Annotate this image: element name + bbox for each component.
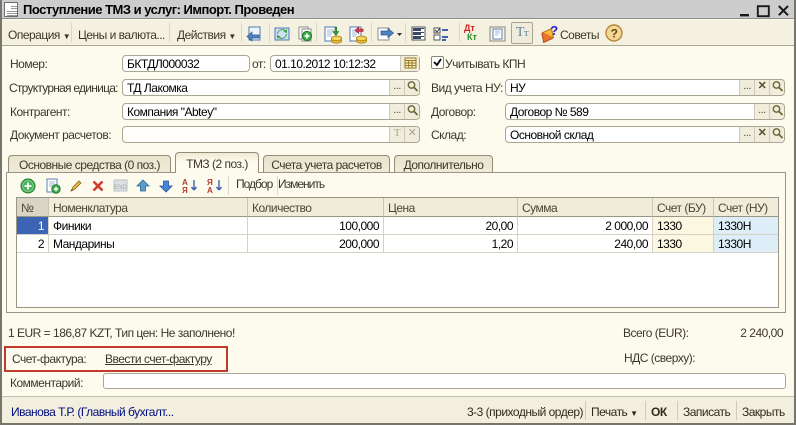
svg-text:?: ?	[550, 24, 558, 38]
svg-text:?: ?	[611, 27, 618, 41]
svg-text:END: END	[114, 185, 127, 191]
svg-text:Я: Я	[182, 186, 188, 195]
svg-text:А: А	[207, 186, 213, 195]
